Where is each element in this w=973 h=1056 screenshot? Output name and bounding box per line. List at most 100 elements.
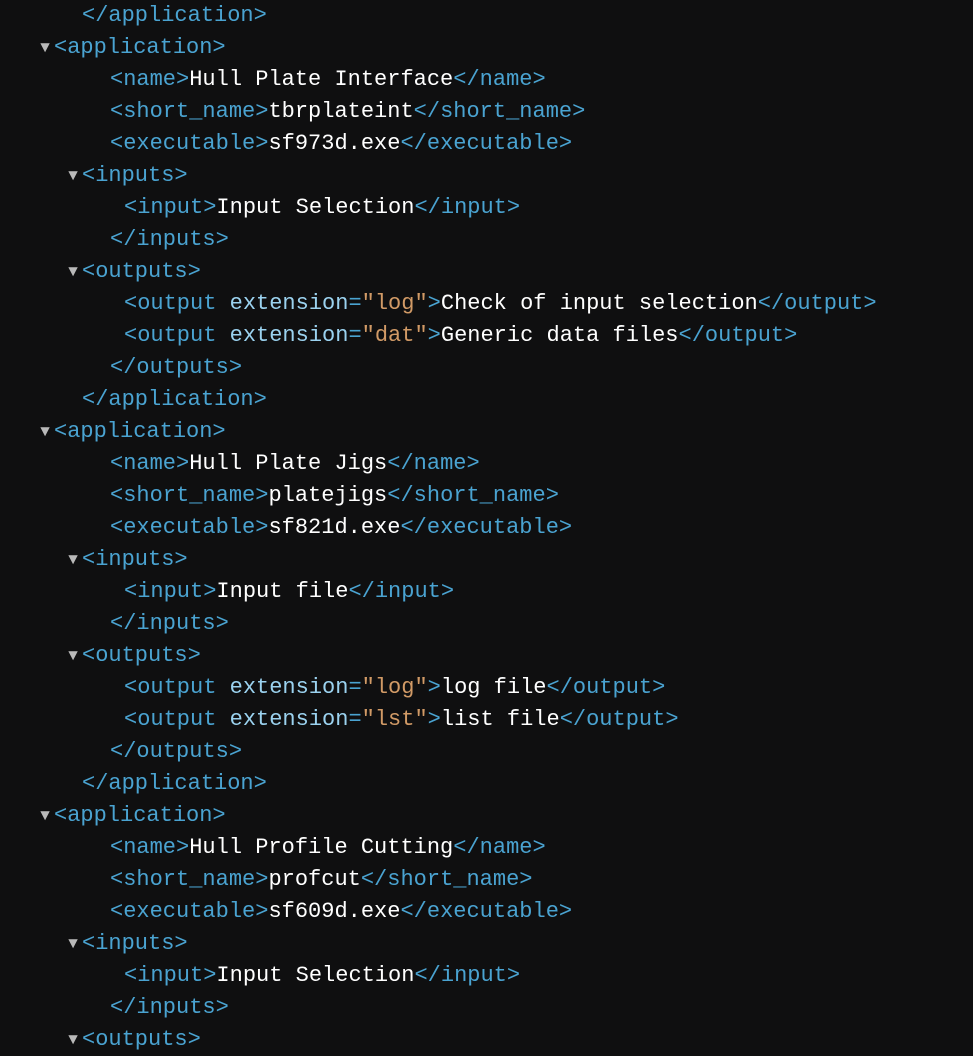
xml-tree-view: </application>▼<application><name>Hull P… bbox=[0, 0, 973, 1056]
code-line[interactable]: </outputs> bbox=[0, 736, 973, 768]
xml-tag: = bbox=[348, 323, 361, 348]
xml-tag: </inputs> bbox=[110, 611, 229, 636]
xml-tag: </outputs> bbox=[110, 355, 242, 380]
xml-tag: </executable> bbox=[400, 899, 572, 924]
code-line[interactable]: </inputs> bbox=[0, 608, 973, 640]
code-line[interactable]: <output extension="lst">list file</outpu… bbox=[0, 704, 973, 736]
xml-tag: </input> bbox=[414, 963, 520, 988]
code-line[interactable]: <short_name>tbrplateint</short_name> bbox=[0, 96, 973, 128]
xml-text: tbrplateint bbox=[268, 99, 413, 124]
xml-attribute: extension bbox=[230, 323, 349, 348]
fold-toggle-icon[interactable]: ▼ bbox=[38, 416, 52, 448]
line-content: <inputs> bbox=[82, 160, 188, 192]
xml-tag: <output bbox=[124, 707, 230, 732]
code-line[interactable]: <short_name>profcut</short_name> bbox=[0, 864, 973, 896]
xml-tag: <executable> bbox=[110, 131, 268, 156]
fold-toggle-icon[interactable]: ▼ bbox=[66, 544, 80, 576]
code-line[interactable]: </inputs> bbox=[0, 224, 973, 256]
xml-text: Input file bbox=[216, 579, 348, 604]
xml-tag: <short_name> bbox=[110, 867, 268, 892]
xml-tag: <short_name> bbox=[110, 483, 268, 508]
line-content: <short_name>profcut</short_name> bbox=[110, 864, 533, 896]
line-content: <outputs> bbox=[82, 256, 201, 288]
xml-text: list file bbox=[441, 707, 560, 732]
line-content: <name>Hull Plate Interface</name> bbox=[110, 64, 546, 96]
line-content: <application> bbox=[54, 32, 226, 64]
xml-tag: <executable> bbox=[110, 899, 268, 924]
code-line[interactable]: <executable>sf821d.exe</executable> bbox=[0, 512, 973, 544]
code-line[interactable]: <input>Input file</input> bbox=[0, 576, 973, 608]
fold-toggle-icon[interactable]: ▼ bbox=[38, 32, 52, 64]
code-line[interactable]: ▼<outputs> bbox=[0, 640, 973, 672]
xml-text: Generic data files bbox=[441, 323, 679, 348]
xml-tag: <outputs> bbox=[82, 1027, 201, 1052]
line-content: <executable>sf821d.exe</executable> bbox=[110, 512, 572, 544]
xml-tag: <short_name> bbox=[110, 99, 268, 124]
code-line[interactable]: <output extension="dat">Generic data fil… bbox=[0, 320, 973, 352]
line-content: <application> bbox=[54, 800, 226, 832]
code-line[interactable]: <name>Hull Profile Cutting</name> bbox=[0, 832, 973, 864]
line-content: </inputs> bbox=[110, 224, 229, 256]
xml-tag: <inputs> bbox=[82, 163, 188, 188]
xml-tag: <input> bbox=[124, 963, 216, 988]
line-content: <executable>sf973d.exe</executable> bbox=[110, 128, 572, 160]
xml-tag: </application> bbox=[82, 3, 267, 28]
code-line[interactable]: <name>Hull Plate Jigs</name> bbox=[0, 448, 973, 480]
fold-toggle-icon[interactable]: ▼ bbox=[66, 160, 80, 192]
xml-tag: </input> bbox=[348, 579, 454, 604]
code-line[interactable]: </application> bbox=[0, 0, 973, 32]
xml-tag: </outputs> bbox=[110, 739, 242, 764]
xml-attribute-value: "lst" bbox=[362, 707, 428, 732]
code-line[interactable]: <executable>sf609d.exe</executable> bbox=[0, 896, 973, 928]
code-line[interactable]: <input>Input Selection</input> bbox=[0, 960, 973, 992]
line-content: </inputs> bbox=[110, 992, 229, 1024]
line-content: <short_name>tbrplateint</short_name> bbox=[110, 96, 585, 128]
code-line[interactable]: <output extension="log">log file</output… bbox=[0, 672, 973, 704]
fold-toggle-icon[interactable]: ▼ bbox=[66, 256, 80, 288]
xml-text: sf609d.exe bbox=[268, 899, 400, 924]
code-line[interactable]: ▼<outputs> bbox=[0, 256, 973, 288]
xml-tag: <executable> bbox=[110, 515, 268, 540]
code-line[interactable]: ▼<application> bbox=[0, 800, 973, 832]
code-line[interactable]: ▼<application> bbox=[0, 32, 973, 64]
xml-tag: <output bbox=[124, 323, 230, 348]
xml-attribute-value: "log" bbox=[362, 291, 428, 316]
code-line[interactable]: <short_name>platejigs</short_name> bbox=[0, 480, 973, 512]
line-content: <name>Hull Plate Jigs</name> bbox=[110, 448, 480, 480]
line-content: </outputs> bbox=[110, 352, 242, 384]
code-line[interactable]: </outputs> bbox=[0, 352, 973, 384]
fold-toggle-icon[interactable]: ▼ bbox=[38, 800, 52, 832]
xml-tag: </inputs> bbox=[110, 995, 229, 1020]
xml-tag: <application> bbox=[54, 419, 226, 444]
xml-tag: </output> bbox=[560, 707, 679, 732]
xml-tag: </output> bbox=[758, 291, 877, 316]
code-line[interactable]: <output extension="log">Check of input s… bbox=[0, 288, 973, 320]
code-line[interactable]: <input>Input Selection</input> bbox=[0, 192, 973, 224]
fold-toggle-icon[interactable]: ▼ bbox=[66, 928, 80, 960]
code-line[interactable]: </inputs> bbox=[0, 992, 973, 1024]
code-line[interactable]: ▼<inputs> bbox=[0, 928, 973, 960]
xml-text: platejigs bbox=[268, 483, 387, 508]
code-line[interactable]: ▼<inputs> bbox=[0, 160, 973, 192]
xml-tag: > bbox=[428, 707, 441, 732]
xml-tag: </name> bbox=[387, 451, 479, 476]
fold-toggle-icon[interactable]: ▼ bbox=[66, 640, 80, 672]
xml-tag: <application> bbox=[54, 35, 226, 60]
code-line[interactable]: </application> bbox=[0, 768, 973, 800]
code-line[interactable]: <name>Hull Plate Interface</name> bbox=[0, 64, 973, 96]
code-line[interactable]: ▼<inputs> bbox=[0, 544, 973, 576]
xml-tag: = bbox=[348, 707, 361, 732]
line-content: </application> bbox=[82, 768, 267, 800]
code-line[interactable]: <executable>sf973d.exe</executable> bbox=[0, 128, 973, 160]
line-content: <name>Hull Profile Cutting</name> bbox=[110, 832, 546, 864]
line-content: <application> bbox=[54, 416, 226, 448]
xml-tag: <output bbox=[124, 291, 230, 316]
code-line[interactable]: ▼<application> bbox=[0, 416, 973, 448]
xml-tag: </inputs> bbox=[110, 227, 229, 252]
code-line[interactable]: </application> bbox=[0, 384, 973, 416]
xml-tag: <name> bbox=[110, 67, 189, 92]
xml-attribute: extension bbox=[230, 675, 349, 700]
xml-tag: <input> bbox=[124, 579, 216, 604]
xml-text: Input Selection bbox=[216, 963, 414, 988]
line-content: <input>Input Selection</input> bbox=[124, 192, 520, 224]
